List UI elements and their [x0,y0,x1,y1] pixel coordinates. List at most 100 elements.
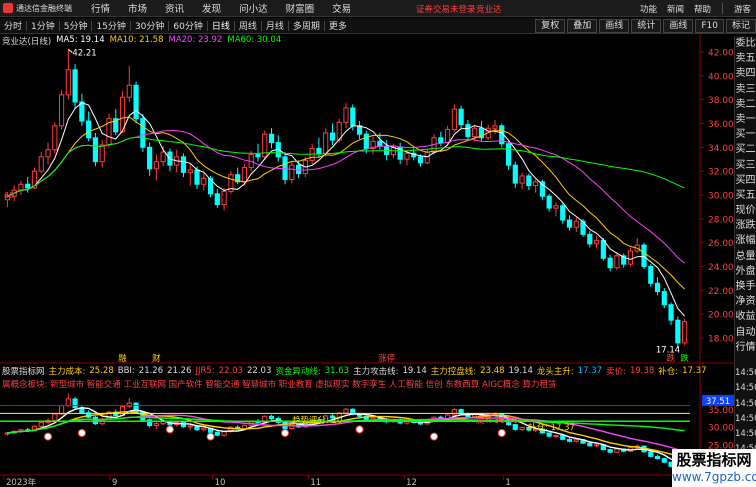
menu-news[interactable]: 资讯 [156,1,193,15]
candle [668,304,674,321]
side-label-15[interactable]: 外盘 [735,264,756,279]
side-label-8[interactable]: 买三 [735,158,756,173]
side-label-20[interactable]: 行情 [735,340,756,355]
side-label-17[interactable]: 净资 [735,294,756,309]
side-label-18[interactable]: 收益 [735,309,756,324]
period-weekly[interactable]: 周线 [235,19,261,32]
menu-market[interactable]: 市场 [119,1,156,15]
candle [492,125,498,129]
period-5min[interactable]: 5分钟 [60,19,92,32]
ind-candle [614,448,620,453]
candle [180,156,187,173]
price-tick-label: 30.00 [708,192,734,202]
candle [505,143,512,166]
candle [356,125,363,135]
price-tick-label: 42.00 [708,48,734,58]
adjust-button[interactable]: 复权 [535,19,566,33]
period-multi[interactable]: 多周期 [289,19,324,32]
candle [573,220,579,228]
indicator-value-7: 22.03 [247,366,272,376]
ind-candle [451,409,457,416]
price-tick-label: 32.00 [708,168,734,178]
menu-discover[interactable]: 发现 [193,1,230,15]
f10-button[interactable]: F10 [695,19,724,33]
side-label-3[interactable]: 卖三 [735,82,756,97]
menu-ask[interactable]: 问小达 [230,1,277,15]
candle [86,120,92,139]
menu-quotes[interactable]: 行情 [82,1,119,15]
ind-candle [593,444,600,447]
period-more[interactable]: 更多 [325,19,351,32]
draw-button[interactable]: 画线 [599,19,630,33]
candle [614,255,620,269]
side-label-0[interactable]: 委比 [735,36,756,51]
mark-button[interactable]: 标记 [725,19,756,33]
side-label-11[interactable]: 现价 [735,203,756,218]
side-time-0: 14:50 [735,368,756,378]
candle [126,84,132,98]
left-mark-label: 60 [4,191,14,200]
period-30min[interactable]: 30分钟 [131,19,168,32]
price-tick-label: 28.00 [708,215,734,225]
price-tick-label: 38.00 [708,96,734,106]
help-button[interactable]: 帮助 [689,3,716,15]
function-button[interactable]: 功能 [635,3,662,15]
side-time-2: 14:50 [735,398,756,409]
side-label-7[interactable]: 买二 [735,142,756,157]
side-label-4[interactable]: 卖二 [735,97,756,112]
trend-score-label: 趋势评分: 20 [292,415,342,426]
end-marker-0: 跌 [667,353,676,364]
side-label-2[interactable]: 卖四 [735,66,756,81]
watermark: 股票指标网 www.7gpzb.com [672,449,756,487]
candle [465,124,471,138]
candle [641,244,647,268]
draw-line-button[interactable]: 画线 [663,19,694,33]
side-label-5[interactable]: 卖一 [735,112,756,127]
concept-label: 属概念板块: [2,380,48,390]
side-label-10[interactable]: 买五 [735,188,756,203]
side-label-16[interactable]: 换手 [735,279,756,294]
side-label-14[interactable]: 总量 [735,249,756,264]
side-label-13[interactable]: 涨幅 [735,233,756,248]
candle [363,133,369,149]
menu-wealth[interactable]: 财富圈 [277,1,324,15]
candle [92,137,99,163]
ind-candle [187,425,193,428]
ind-candle [553,435,559,438]
ind-line-attack [7,407,685,466]
period-intraday[interactable]: 分时 [0,19,26,32]
candle [25,183,31,189]
app-logo-icon [3,3,13,13]
candle [654,282,661,293]
side-label-6[interactable]: 买一 [735,127,756,142]
period-daily[interactable]: 日线 [208,19,234,32]
candle [323,132,329,154]
side-label-12[interactable]: 涨跌 [735,218,756,233]
ma10-legend: MA10: 21.58 [109,35,164,45]
side-label-1[interactable]: 卖五 [735,51,756,66]
candle [350,107,356,127]
login-warning[interactable]: 证券交易未登录 [416,3,476,15]
period-monthly[interactable]: 月线 [262,19,288,32]
ind-candle [661,458,667,463]
news-button[interactable]: 新闻 [662,3,689,15]
candle [133,84,139,120]
date-tick-label: 11 [310,478,321,487]
stock-name-title: 竞业达 [476,5,502,15]
guest-button[interactable]: 游客 [729,3,756,15]
period-1min[interactable]: 1分钟 [27,19,59,32]
stats-button[interactable]: 统计 [631,19,662,33]
ind-candle [573,439,579,442]
side-label-9[interactable]: 买四 [735,173,756,188]
side-label-19[interactable]: 自动 [735,325,756,340]
menu-trade[interactable]: 交易 [323,1,360,15]
overlay-button[interactable]: 叠加 [567,19,598,33]
price-tick-label: 20.00 [708,311,734,321]
period-15min[interactable]: 15分钟 [92,19,129,32]
period-60min[interactable]: 60分钟 [169,19,206,32]
indicator-name[interactable]: 股票指标网 [2,365,45,377]
indicator-value-8: 资金异动线: [275,367,321,377]
kline-chart[interactable]: 42.00 40.00 38.00 36.00 34.00 32.00 30.00 28.00… [0,34,734,487]
candle [295,164,302,175]
title-bar: 通达信金融终端 行情 市场 资讯 发现 问小达 财富圈 交易 证券交易未登录 竞… [0,0,756,17]
